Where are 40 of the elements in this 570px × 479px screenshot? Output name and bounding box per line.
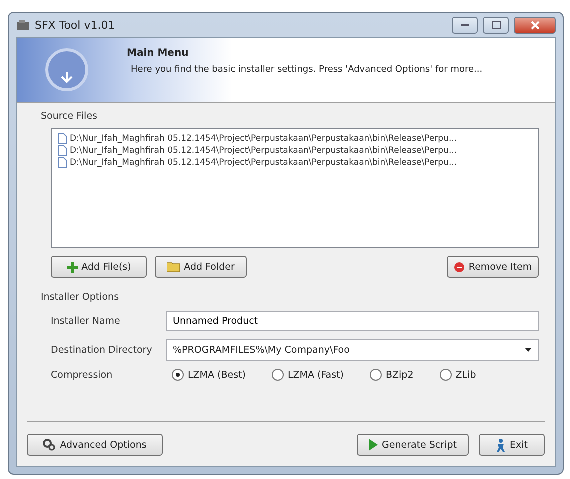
close-button[interactable] xyxy=(514,16,556,34)
compression-radio[interactable]: ZLib xyxy=(440,369,476,381)
play-icon xyxy=(369,439,378,451)
exit-button[interactable]: Exit xyxy=(479,434,545,456)
file-path[interactable]: D:\Nur_Ifah_Maghfirah 05.12.1454\Project\Perpustakaan\Perpustakaan\bin\Release\Perpu... xyxy=(70,134,458,144)
compression-radio[interactable]: LZMA (Best) xyxy=(172,369,246,381)
destination-dropdown[interactable]: %PROGRAMFILES%\My Company\Foo xyxy=(166,339,539,361)
header-title: Main Menu xyxy=(127,48,190,59)
generate-button[interactable]: Generate Script xyxy=(357,434,469,456)
maximize-icon xyxy=(492,21,500,29)
header-description: Here you find the basic installer settings. Press 'Advanced Options' for more... xyxy=(130,65,483,75)
section-label: Installer Options xyxy=(41,292,120,303)
file-path[interactable]: D:\Nur_Ifah_Maghfirah 05.12.1454\Project\Perpustakaan\Perpustakaan\bin\Release\Perpu... xyxy=(70,158,458,168)
installer-name-field[interactable]: Unnamed Product xyxy=(166,311,539,331)
gears-icon xyxy=(43,439,56,451)
person-exit-icon xyxy=(496,438,506,452)
file-path[interactable]: D:\Nur_Ifah_Maghfirah 05.12.1454\Project\Perpustakaan\Perpustakaan\bin\Release\Perpu... xyxy=(70,146,458,156)
file-icon xyxy=(58,145,67,156)
field-label: Compression xyxy=(51,370,114,380)
compression-radio[interactable]: LZMA (Fast) xyxy=(272,369,344,381)
advanced-button[interactable]: Advanced Options xyxy=(27,434,163,456)
plus-icon xyxy=(66,262,78,272)
field-label: Installer Name xyxy=(51,316,122,326)
folder-icon xyxy=(167,262,180,272)
window-title: SFX Tool v1.01 xyxy=(35,18,116,32)
close-icon xyxy=(530,20,540,30)
field-label: Destination Directory xyxy=(51,344,154,356)
app-icon xyxy=(16,19,30,31)
remove-icon xyxy=(454,262,465,272)
file-icon xyxy=(58,133,67,144)
minimize-button[interactable] xyxy=(452,16,478,34)
compression-radio[interactable]: BZip2 xyxy=(370,369,414,381)
maximize-button[interactable] xyxy=(483,16,509,34)
caret-icon xyxy=(525,348,532,352)
add-folder-button[interactable]: Add Folder xyxy=(155,256,247,278)
file-icon xyxy=(58,157,67,168)
section-label: Source Files xyxy=(41,111,98,122)
add-files-button[interactable]: Add File(s) xyxy=(51,256,147,278)
minimize-icon xyxy=(461,24,469,26)
remove-button[interactable]: Remove Item xyxy=(447,256,539,278)
